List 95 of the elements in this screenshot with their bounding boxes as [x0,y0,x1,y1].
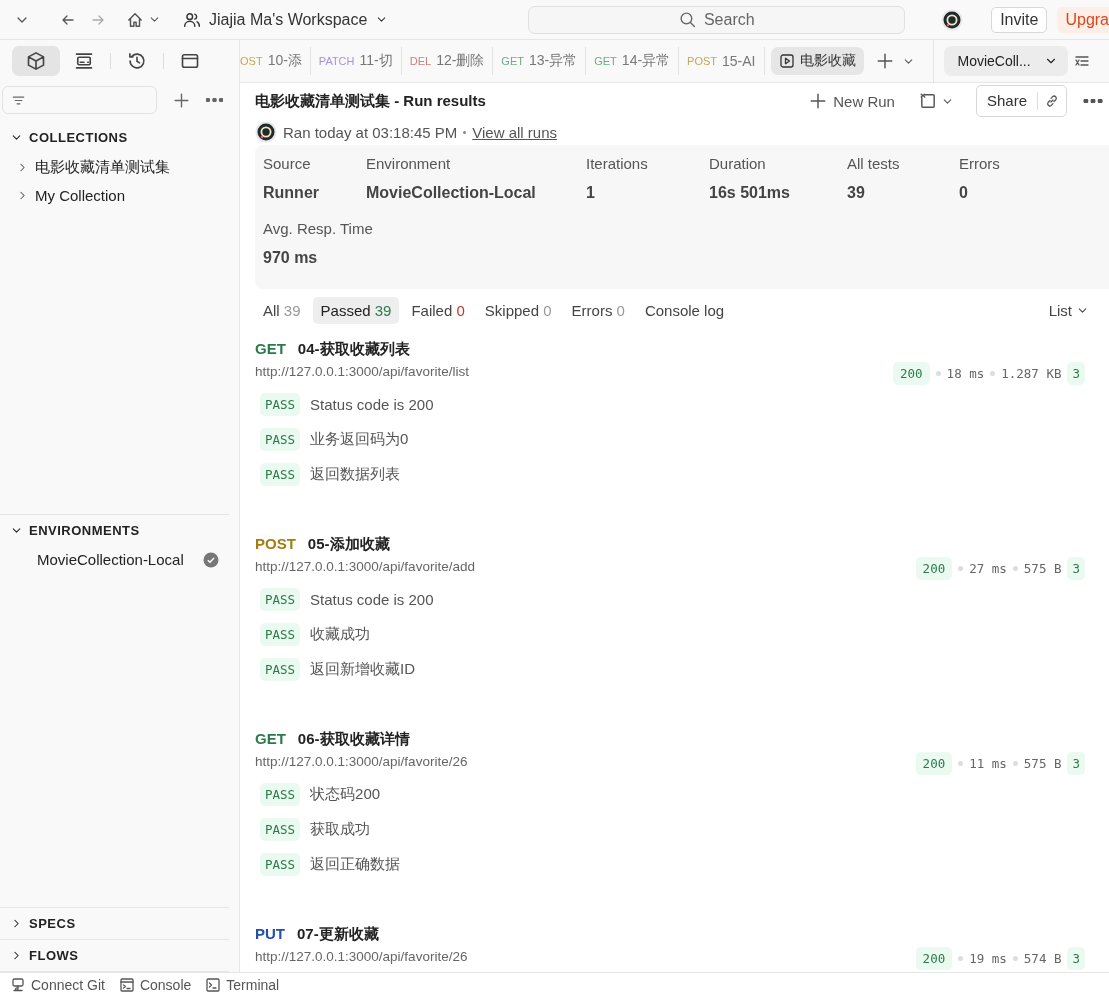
invite-button[interactable]: Invite [991,6,1048,33]
http-method: PUT [255,925,285,944]
workspace-menu[interactable]: Jiajia Ma's Workspace [179,6,393,33]
pass-tag: PASS [260,393,301,416]
pass-tag: PASS [260,463,301,486]
search-field[interactable]: Search [528,5,906,34]
console-button[interactable]: Console [118,977,192,993]
git-button[interactable]: Connect Git [10,977,105,993]
status-code: 200 [915,556,953,580]
filter-tab[interactable]: Skipped 0 [476,297,560,324]
response-size: 575 B [1023,755,1062,771]
test-name: 返回数据列表 [310,465,401,484]
response-time: 27 ms [969,560,1007,576]
filter-tab[interactable]: Passed 39 [312,297,400,324]
section-header[interactable]: COLLECTIONS [0,122,229,153]
collection-item[interactable]: 电影收藏清单测试集 [0,153,229,182]
filter-tab[interactable]: Failed 0 [403,297,473,324]
stat-label: Iterations [586,155,648,172]
pass-tag: PASS [260,818,301,841]
request-tab[interactable]: POST 15-AI [679,47,765,75]
test-name: 业务返回码为0 [310,430,409,449]
request-url: http://127.0.0.1:3000/api/favorite/26 [255,753,468,769]
response-size: 1.287 KB [1001,365,1062,381]
request-tab[interactable]: OST 10-添 [240,47,311,75]
request-tab[interactable]: 电影收藏 [770,47,864,75]
test-name: 状态码200 [310,785,381,804]
test-name: 获取成功 [310,820,371,839]
view-all-runs-link[interactable]: View all runs [472,123,558,141]
filter-tab[interactable]: Console log [636,297,733,324]
stat-value: 16s 501ms [709,184,790,202]
pass-tag: PASS [260,853,301,876]
stat-value: 39 [847,184,865,202]
test-count: 3 [1067,946,1085,970]
environment-select[interactable]: MovieColl... [943,46,1068,76]
test-name: 收藏成功 [310,625,371,644]
response-time: 11 ms [969,755,1007,771]
status-code: 200 [893,361,930,385]
page-title: 电影收藏清单测试集 - Run results [255,91,486,111]
test-name: 返回正确数据 [310,855,401,874]
request-name[interactable]: 07-更新收藏 [297,925,379,944]
share-label[interactable]: Share [976,92,1038,110]
test-count: 3 [1067,361,1085,385]
pass-tag: PASS [260,783,301,806]
status-code: 200 [915,751,953,775]
stat-value: 970 ms [263,249,318,267]
environment-item[interactable]: MovieCollection-Local [0,546,229,573]
http-method: POST [255,535,296,554]
terminal-button[interactable]: Terminal [205,977,280,993]
stat-label: Source [263,155,311,172]
status-code: 200 [915,946,953,970]
request-url: http://127.0.0.1:3000/api/favorite/26 [255,948,468,964]
new-run-button[interactable]: New Run [805,88,899,114]
share-button[interactable]: Share [975,85,1067,117]
pass-tag: PASS [260,588,301,611]
request-tab[interactable]: GET 13-异常 [493,47,587,75]
collection-item[interactable]: My Collection [0,182,229,209]
response-time: 19 ms [969,950,1007,966]
run-time: Ran today at 03:18:45 PM [283,123,458,141]
test-name: Status code is 200 [310,396,434,413]
request-tab[interactable]: DEL 12-删除 [401,47,494,75]
stat-value: MovieCollection-Local [366,184,536,202]
response-size: 574 B [1023,950,1062,966]
section-header[interactable]: SPECS [0,908,229,939]
test-name: 返回新增收藏ID [310,660,416,679]
request-url: http://127.0.0.1:3000/api/favorite/add [255,558,475,574]
request-tab[interactable]: GET 14-异常 [586,47,680,75]
stat-value: 0 [959,184,968,202]
test-count: 3 [1067,556,1085,580]
section-header[interactable]: ENVIRONMENTS [0,515,229,546]
http-method: GET [255,340,286,359]
stat-label: Duration [709,155,766,172]
stat-label: Environment [366,155,451,172]
filter-tab[interactable]: Errors 0 [563,297,633,324]
section-header[interactable]: FLOWS [0,940,229,971]
request-name[interactable]: 04-获取收藏列表 [297,340,410,359]
stat-label: Errors [959,155,1000,172]
pass-tag: PASS [260,623,301,646]
http-method: GET [255,730,286,749]
response-time: 18 ms [946,365,985,381]
test-name: Status code is 200 [310,591,434,608]
response-size: 575 B [1023,560,1062,576]
request-tab[interactable]: PATCH 11-切 [310,47,402,75]
pass-tag: PASS [260,428,301,451]
request-name[interactable]: 05-添加收藏 [307,535,390,554]
pass-tag: PASS [260,658,301,681]
stat-value: Runner [263,184,319,202]
request-name[interactable]: 06-获取收藏详情 [297,730,410,749]
request-url: http://127.0.0.1:3000/api/favorite/list [255,363,469,379]
upgrade-button[interactable]: Upgra [1057,6,1109,33]
filter-tab[interactable]: All 39 [255,297,309,324]
test-count: 3 [1067,751,1085,775]
stat-label: Avg. Resp. Time [263,220,373,237]
view-select[interactable]: List [1040,297,1097,324]
stat-label: All tests [847,155,900,172]
stat-value: 1 [586,184,595,202]
